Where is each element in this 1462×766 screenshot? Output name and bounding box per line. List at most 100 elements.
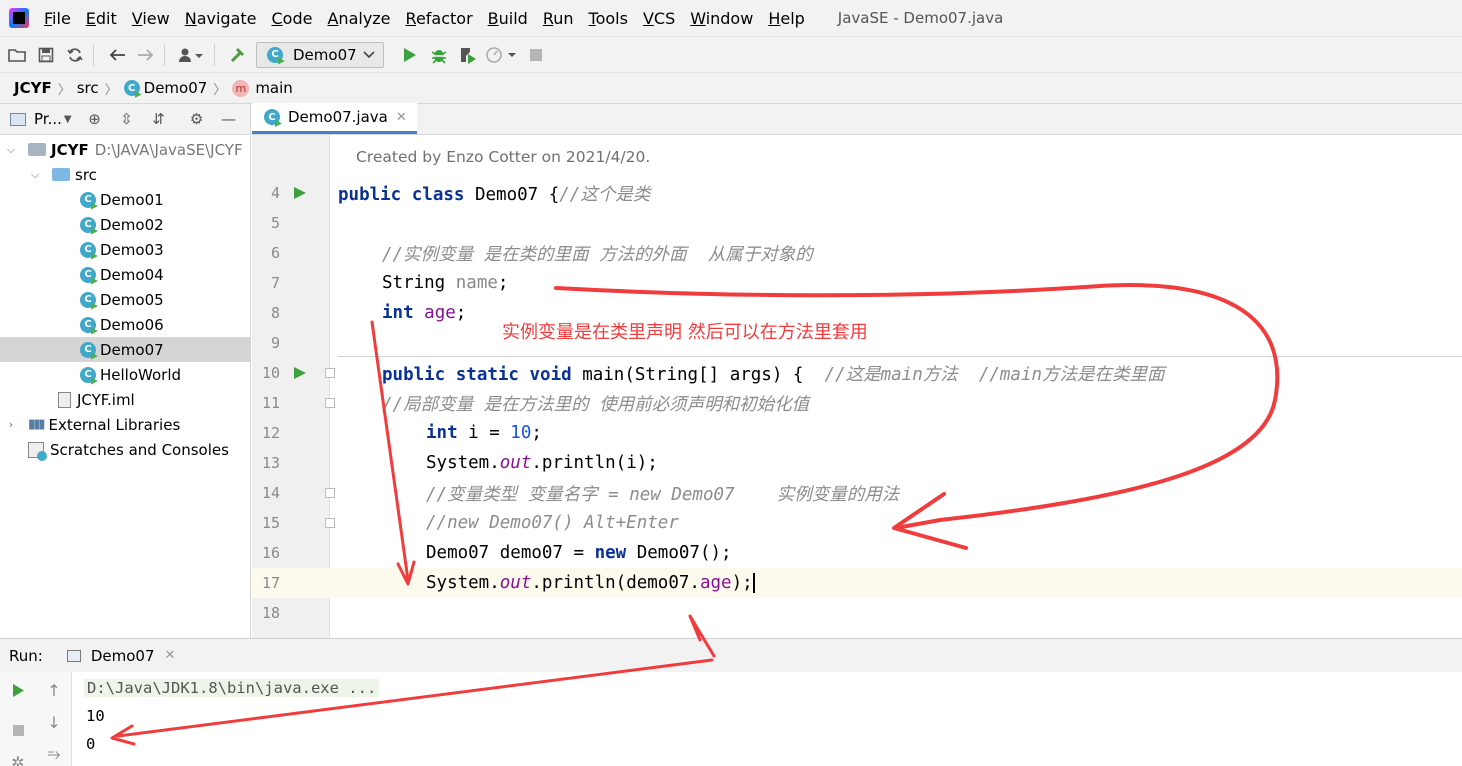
tree-item-class[interactable]: C Demo04 [0, 262, 250, 287]
menu-tools[interactable]: Tools [589, 9, 628, 28]
gear-icon[interactable]: ⚙ [188, 110, 206, 128]
fold-icon[interactable] [325, 518, 335, 528]
menu-bar: File Edit View Navigate Code Analyze Ref… [0, 0, 1462, 36]
tree-item-class[interactable]: C Demo06 [0, 312, 250, 337]
code-editor[interactable]: Created by Enzo Cotter on 2021/4/20. 4 p… [252, 135, 1462, 638]
menu-help[interactable]: Help [768, 9, 804, 28]
rerun-icon[interactable] [10, 682, 26, 698]
breadcrumb-separator-icon: 〉 [57, 82, 71, 98]
tree-item-scratches[interactable]: Scratches and Consoles [0, 437, 250, 462]
tree-item-class[interactable]: C Demo03 [0, 237, 250, 262]
profile-icon[interactable] [485, 43, 519, 67]
fold-icon[interactable] [325, 368, 335, 378]
class-icon: C [80, 191, 96, 208]
tree-item-class[interactable]: C Demo01 [0, 187, 250, 212]
menu-code[interactable]: Code [272, 9, 313, 28]
breadcrumb-src[interactable]: src [77, 79, 99, 97]
tab-demo07-java[interactable]: C Demo07.java ✕ [252, 103, 417, 134]
code-line: 14 //变量类型 变量名字 = new Demo07 实例变量的用法 [252, 478, 1462, 508]
class-icon: C [123, 80, 140, 96]
code-line: 11 //局部变量 是在方法里的 使用前必须声明和初始化值 [252, 388, 1462, 418]
build-hammer-icon[interactable] [226, 43, 250, 67]
code-text: int i = 10; [426, 423, 542, 443]
tree-item-project-root[interactable]: ⌵ JCYF D:\JAVA\JavaSE\JCYF [0, 137, 250, 162]
run-side-toolbar: ↑ ↓ ⥱ ✲ [0, 672, 72, 766]
user-dropdown-icon[interactable] [176, 43, 208, 67]
main-toolbar: C Demo07 [0, 36, 1462, 72]
line-number: 7 [270, 274, 280, 292]
pin-icon[interactable]: ✲ [10, 753, 26, 766]
toolbar-separator [93, 43, 94, 66]
chevron-down-icon [363, 50, 375, 58]
console-output[interactable]: D:\Java\JDK1.8\bin\java.exe ... 10 0 [72, 672, 1462, 766]
project-view-icon [10, 112, 26, 126]
minimize-icon[interactable]: — [220, 110, 238, 128]
tree-item-class[interactable]: C Demo02 [0, 212, 250, 237]
collapse-all-icon[interactable]: ⇵ [150, 110, 168, 128]
console-icon [66, 649, 81, 662]
breadcrumb-project[interactable]: JCYF [14, 79, 52, 97]
menu-file[interactable]: File [44, 9, 71, 28]
tree-item-class[interactable]: C Demo05 [0, 287, 250, 312]
run-gutter-icon[interactable] [294, 367, 306, 379]
breadcrumb-separator-icon: 〉 [104, 82, 118, 98]
sync-icon[interactable] [63, 43, 87, 67]
forward-arrow-icon[interactable] [134, 43, 158, 67]
project-panel: Pr... ▼ ⊕ ⇳ ⇵ ⚙ — ⌵ JCYF D:\JAVA\JavaSE\… [0, 104, 251, 638]
tree-item-iml[interactable]: JCYF.iml [0, 387, 250, 412]
run-icon[interactable] [398, 43, 422, 67]
save-all-icon[interactable] [34, 43, 58, 67]
tree-item-src[interactable]: ⌵ src [0, 162, 250, 187]
debug-bug-icon[interactable] [427, 43, 451, 67]
close-icon[interactable]: ✕ [164, 648, 175, 663]
fold-icon[interactable] [325, 398, 335, 408]
line-number: 13 [261, 454, 280, 472]
tree-label: HelloWorld [100, 365, 182, 384]
open-folder-icon[interactable] [5, 43, 29, 67]
locate-target-icon[interactable]: ⊕ [86, 110, 104, 128]
menu-analyze[interactable]: Analyze [327, 9, 390, 28]
soft-wrap-icon[interactable]: ⥱ [46, 744, 62, 763]
menu-window[interactable]: Window [690, 9, 753, 28]
class-icon: C [80, 341, 96, 358]
scroll-up-icon[interactable]: ↑ [46, 681, 62, 700]
code-text: public class Demo07 {//这个是类 [338, 184, 651, 205]
code-line: 4 public class Demo07 {//这个是类 [252, 178, 1462, 208]
text-caret [752, 573, 755, 593]
breadcrumb-class[interactable]: Demo07 [144, 79, 208, 97]
back-arrow-icon[interactable] [105, 43, 129, 67]
tree-item-class[interactable]: C HelloWorld [0, 362, 250, 387]
source-folder-icon [52, 168, 70, 181]
menu-navigate[interactable]: Navigate [185, 9, 257, 28]
scroll-down-icon[interactable]: ↓ [46, 713, 62, 732]
fold-icon[interactable] [325, 488, 335, 498]
menu-edit[interactable]: Edit [86, 9, 117, 28]
stop-icon[interactable] [10, 722, 26, 738]
close-icon[interactable]: ✕ [396, 110, 407, 125]
run-with-coverage-icon[interactable] [456, 43, 480, 67]
run-configuration-select[interactable]: C Demo07 [256, 41, 384, 68]
menu-vcs[interactable]: VCS [643, 9, 675, 28]
code-line: 12 int i = 10; [252, 418, 1462, 448]
stop-icon[interactable] [524, 43, 548, 67]
code-line: 10 public static void main(String[] args… [252, 358, 1462, 388]
menu-view[interactable]: View [132, 9, 170, 28]
chevron-right-icon[interactable]: › [4, 418, 18, 431]
run-gutter-icon[interactable] [294, 187, 306, 199]
chevron-down-icon[interactable]: ▼ [64, 114, 72, 125]
menu-run[interactable]: Run [543, 9, 574, 28]
tree-item-external-libraries[interactable]: › ▮▮▮ External Libraries [0, 412, 250, 437]
chevron-down-icon[interactable]: ⌵ [4, 143, 18, 157]
breadcrumb-method[interactable]: main [255, 79, 292, 97]
project-view-selector[interactable]: Pr... [34, 110, 62, 128]
module-file-icon [58, 391, 71, 408]
line-number: 16 [261, 544, 280, 562]
expand-all-icon[interactable]: ⇳ [118, 110, 136, 128]
menu-build[interactable]: Build [488, 9, 528, 28]
chevron-down-icon[interactable]: ⌵ [28, 168, 42, 182]
tree-item-class-selected[interactable]: C Demo07 [0, 337, 250, 362]
run-tab-demo07[interactable]: Demo07 ✕ [66, 647, 175, 665]
line-number: 5 [270, 214, 280, 232]
run-panel-header: Run: Demo07 ✕ [0, 639, 1462, 672]
menu-refactor[interactable]: Refactor [406, 9, 473, 28]
